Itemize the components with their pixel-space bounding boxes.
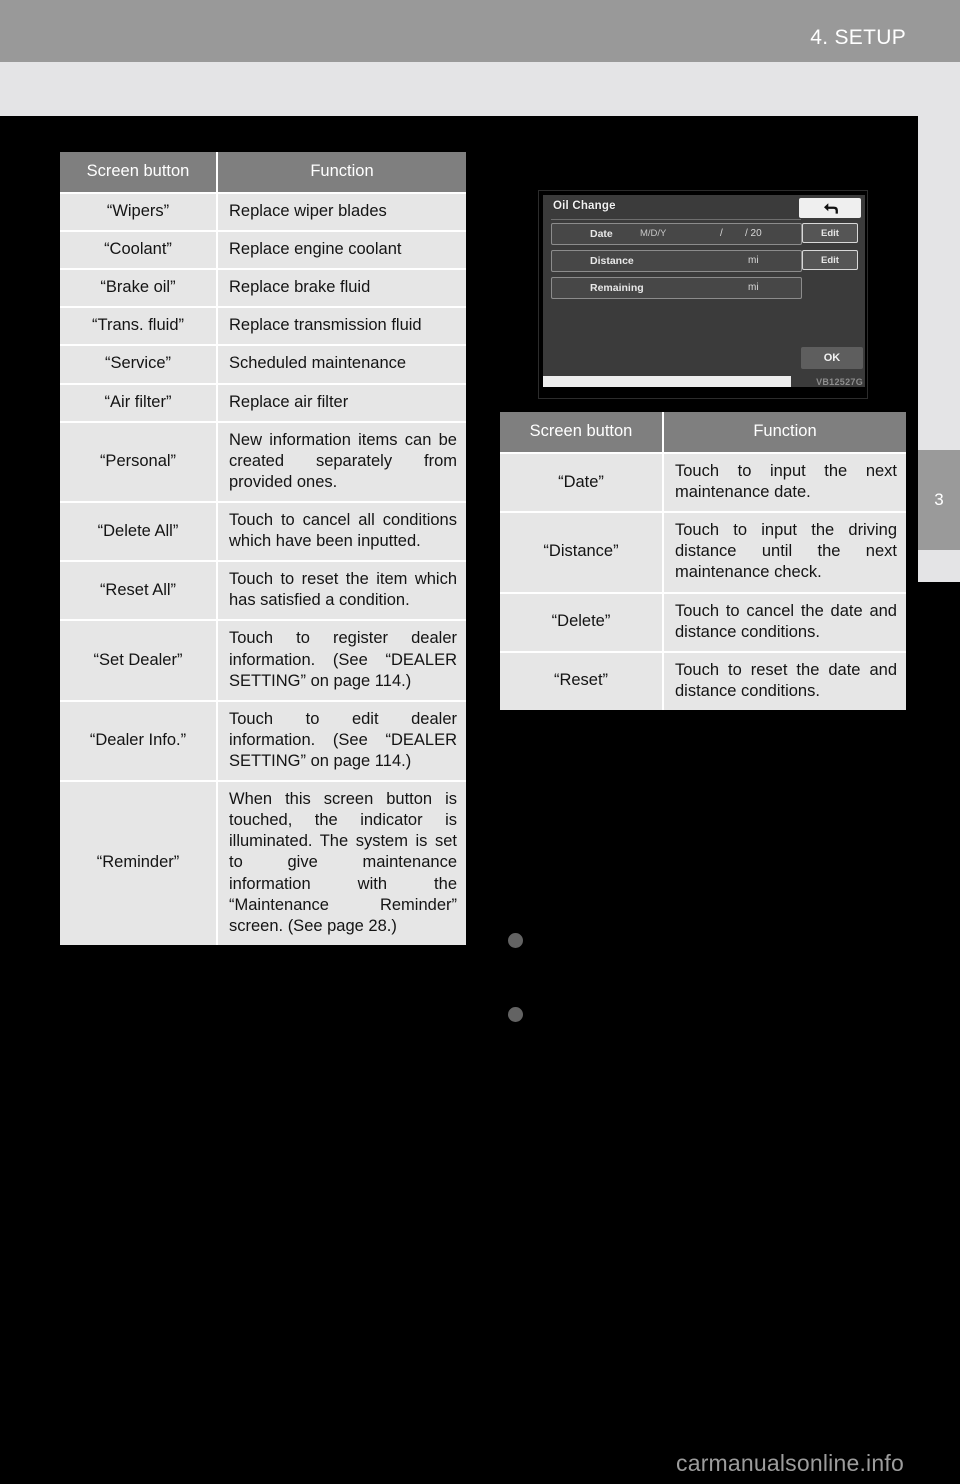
function-description: Replace transmission fluid xyxy=(218,306,466,345)
table-row: “Date” Touch to input the next maintenan… xyxy=(500,452,906,512)
oil-change-buttons-table: Screen button Function “Date” Touch to i… xyxy=(500,412,906,710)
column-header-function: Function xyxy=(664,412,906,452)
function-description: Scheduled maintenance xyxy=(218,344,466,383)
screen-button-name: “Air filter” xyxy=(60,382,218,421)
table-row: “Personal” New information items can be … xyxy=(60,420,466,501)
remaining-label: Remaining xyxy=(590,282,644,294)
screen-button-name: “Reset All” xyxy=(60,560,218,620)
page-title: 4. SETUP xyxy=(810,26,906,49)
table-row: “Brake oil” Replace brake fluid xyxy=(60,268,466,307)
screen-button-name: “Trans. fluid” xyxy=(60,306,218,345)
table-row: “Reminder” When this screen button is to… xyxy=(60,780,466,945)
screen-button-name: “Distance” xyxy=(500,511,664,592)
side-strip-lower xyxy=(918,550,960,582)
function-description: Touch to reset the date and distance con… xyxy=(664,650,906,710)
function-description: New information items can be created sep… xyxy=(218,420,466,501)
table-row: “Air filter” Replace air filter xyxy=(60,382,466,421)
screen-button-name: “Service” xyxy=(60,344,218,383)
column-header-function: Function xyxy=(218,152,466,192)
screen-button-name: “Dealer Info.” xyxy=(60,699,218,781)
screen-button-name: “Reminder” xyxy=(60,780,218,945)
function-description: Replace wiper blades xyxy=(218,192,466,231)
bullet-marker xyxy=(508,933,523,948)
date-year-prefix: / 20 xyxy=(745,228,762,239)
date-format: M/D/Y xyxy=(640,228,667,239)
function-description: Touch to cancel the date and distance co… xyxy=(664,591,906,651)
screen-title-divider xyxy=(551,219,801,220)
function-description: Touch to input the driving distance unti… xyxy=(664,511,906,592)
screen-button-name: “Wipers” xyxy=(60,192,218,231)
function-description: Touch to reset the item which has satisf… xyxy=(218,560,466,620)
distance-unit: mi xyxy=(748,255,759,266)
distance-label: Distance xyxy=(590,255,634,267)
screen-button-name: “Coolant” xyxy=(60,230,218,269)
table-row: “Service” Scheduled maintenance xyxy=(60,344,466,383)
chapter-tab-number: 3 xyxy=(934,490,944,509)
screen-button-name: “Set Dealer” xyxy=(60,619,218,700)
oil-change-screen-figure: Oil Change Date M/D/Y / / 20 Edit Distan… xyxy=(538,190,868,399)
back-button[interactable] xyxy=(799,198,861,218)
function-description: Touch to edit dealer information. (See “… xyxy=(218,699,466,781)
back-arrow-icon xyxy=(822,202,839,215)
remaining-unit: mi xyxy=(748,282,759,293)
screen-title: Oil Change xyxy=(553,200,616,212)
table-header-row: Screen button Function xyxy=(500,412,906,452)
screen-button-name: “Date” xyxy=(500,452,664,512)
date-edit-button[interactable]: Edit xyxy=(802,223,858,243)
function-description: Touch to cancel all conditions which hav… xyxy=(218,500,466,561)
date-label: Date xyxy=(590,228,613,240)
site-watermark: carmanualsonline.info xyxy=(676,1450,904,1476)
table-row: “Distance” Touch to input the driving di… xyxy=(500,511,906,592)
table-header-row: Screen button Function xyxy=(60,152,466,192)
ok-button[interactable]: OK xyxy=(801,347,863,369)
table-row: “Dealer Info.” Touch to edit dealer info… xyxy=(60,699,466,781)
bullet-marker xyxy=(508,1007,523,1022)
table-row: “Reset” Touch to reset the date and dist… xyxy=(500,650,906,710)
table-row: “Reset All” Touch to reset the item whic… xyxy=(60,560,466,620)
table-row: “Delete” Touch to cancel the date and di… xyxy=(500,591,906,651)
column-header-screen-button: Screen button xyxy=(60,152,218,192)
function-description: Touch to register dealer information. (S… xyxy=(218,619,466,700)
function-description: Replace brake fluid xyxy=(218,268,466,307)
distance-edit-button[interactable]: Edit xyxy=(802,250,858,270)
function-description: Replace air filter xyxy=(218,382,466,421)
table-row: “Delete All” Touch to cancel all conditi… xyxy=(60,500,466,561)
side-strip-upper xyxy=(918,116,960,450)
date-row[interactable]: Date M/D/Y / / 20 xyxy=(551,223,802,245)
distance-row[interactable]: Distance mi xyxy=(551,250,802,272)
date-separator-1: / xyxy=(720,228,723,239)
column-header-screen-button: Screen button xyxy=(500,412,664,452)
table-row: “Trans. fluid” Replace transmission flui… xyxy=(60,306,466,345)
maintenance-items-table: Screen button Function “Wipers” Replace … xyxy=(60,152,466,945)
table-row: “Wipers” Replace wiper blades xyxy=(60,192,466,231)
remaining-row: Remaining mi xyxy=(551,277,802,299)
chapter-tab-3: 3 xyxy=(918,450,960,550)
function-description: When this screen button is touched, the … xyxy=(218,780,466,945)
table-row: “Set Dealer” Touch to register dealer in… xyxy=(60,619,466,700)
function-description: Touch to input the next maintenance date… xyxy=(664,452,906,512)
screen-bottom-bar xyxy=(543,376,791,387)
header-subband xyxy=(0,62,960,116)
screen-button-name: “Reset” xyxy=(500,650,664,710)
screen-button-name: “Brake oil” xyxy=(60,268,218,307)
function-description: Replace engine coolant xyxy=(218,230,466,269)
table-row: “Coolant” Replace engine coolant xyxy=(60,230,466,269)
screen-button-name: “Delete” xyxy=(500,591,664,651)
figure-code: VB12527G xyxy=(816,377,863,387)
oil-change-screen: Oil Change Date M/D/Y / / 20 Edit Distan… xyxy=(543,195,865,387)
screen-button-name: “Personal” xyxy=(60,420,218,501)
screen-button-name: “Delete All” xyxy=(60,500,218,561)
